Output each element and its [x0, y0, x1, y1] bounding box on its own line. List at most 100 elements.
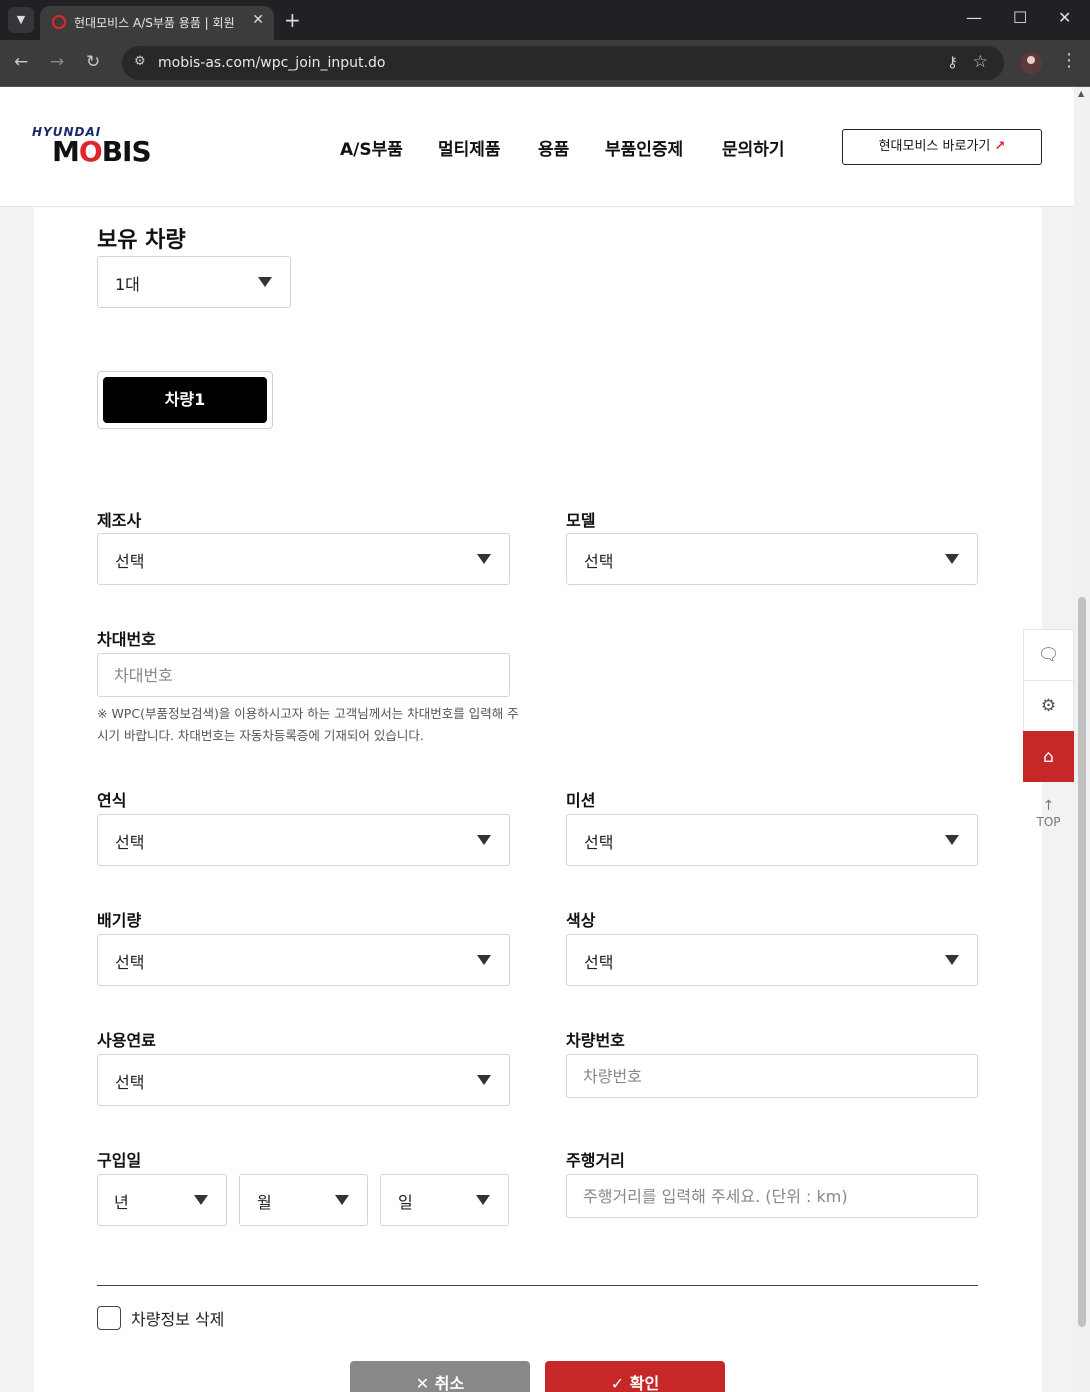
settings-gear-icon[interactable]: ⚙ — [1023, 680, 1074, 731]
manufacturer-label: 제조사 — [97, 511, 142, 530]
transmission-value: 선택 — [584, 833, 614, 852]
mobis-shortcut-button[interactable]: 현대모비스 바로가기 ↗ — [842, 129, 1042, 165]
delete-vehicle-checkbox[interactable] — [97, 1306, 121, 1330]
tab-vehicle-1[interactable]: 차량1 — [103, 377, 267, 423]
back-icon[interactable]: ← — [14, 52, 28, 72]
chevron-down-icon — [477, 955, 491, 965]
form-divider — [97, 1285, 978, 1286]
bookmark-star-icon[interactable]: ☆ — [973, 52, 988, 72]
year-label: 연식 — [97, 791, 127, 810]
chevron-down-icon — [945, 835, 959, 845]
profile-avatar-icon[interactable] — [1020, 52, 1042, 74]
purchase-year-value: 년 — [114, 1193, 129, 1212]
transmission-label: 미션 — [566, 791, 596, 810]
fuel-label: 사용연료 — [97, 1031, 156, 1050]
scroll-top-button[interactable]: ↑ TOP — [1023, 782, 1074, 830]
chevron-down-icon — [477, 1075, 491, 1085]
chevron-down-icon — [477, 554, 491, 564]
scroll-up-icon[interactable]: ▲ — [1078, 89, 1084, 98]
url-text[interactable]: mobis-as.com/wpc_join_input.do — [158, 55, 385, 71]
browser-toolbar: ← → ↻ ⚙ mobis-as.com/wpc_join_input.do ⚷… — [0, 40, 1090, 87]
site-favicon-icon — [52, 15, 66, 29]
vehicle-tabs: 차량1 — [97, 371, 273, 429]
vin-notice: ※ WPC(부품정보검색)을 이용하시고자 하는 고객님께서는 차대번호를 입력… — [97, 706, 519, 743]
nav-item-multi-products[interactable]: 멀티제품 — [438, 135, 501, 160]
color-label: 색상 — [566, 911, 596, 930]
model-label: 모델 — [566, 511, 596, 530]
year-select[interactable]: 선택 — [97, 814, 510, 866]
logo-o: O — [78, 135, 103, 168]
vehicle-count-select[interactable]: 1대 — [97, 256, 291, 308]
displacement-label: 배기량 — [97, 911, 142, 930]
new-tab-button[interactable]: + — [284, 8, 301, 32]
chevron-down-icon — [477, 835, 491, 845]
window-close-icon[interactable]: ✕ — [1058, 8, 1071, 27]
vin-label: 차대번호 — [97, 630, 156, 649]
purchase-month-value: 월 — [257, 1193, 272, 1212]
transmission-select[interactable]: 선택 — [566, 814, 978, 866]
manufacturer-select[interactable]: 선택 — [97, 533, 510, 585]
purchase-date-label: 구입일 — [97, 1151, 142, 1170]
site-header: HYUNDAI MOBIS A/S부품 멀티제품 용품 부품인증제 문의하기 현… — [0, 87, 1074, 207]
displacement-value: 선택 — [115, 953, 145, 972]
chevron-down-icon — [194, 1195, 208, 1205]
forward-icon[interactable]: → — [50, 52, 64, 72]
owned-vehicles-title: 보유 차량 — [97, 228, 186, 253]
plate-input[interactable] — [566, 1054, 978, 1098]
manufacturer-value: 선택 — [115, 552, 145, 571]
browser-tab[interactable]: 현대모비스 A/S부품 용품 | 회원 ✕ — [40, 6, 274, 40]
page-scrollbar[interactable]: ▲ — [1074, 87, 1090, 1392]
home-icon[interactable]: ⌂ — [1023, 731, 1074, 782]
chevron-down-icon — [335, 1195, 349, 1205]
quick-menu: 🗨 ⚙ ⌂ ↑ TOP — [1023, 629, 1074, 830]
shortcut-label: 현대모비스 바로가기 — [878, 139, 991, 154]
model-value: 선택 — [584, 552, 614, 571]
vin-input[interactable] — [97, 653, 510, 697]
reload-icon[interactable]: ↻ — [86, 52, 100, 72]
cancel-button[interactable]: ✕ 취소 — [350, 1361, 530, 1392]
logo-bis: BIS — [101, 135, 152, 168]
color-select[interactable]: 선택 — [566, 934, 978, 986]
browser-tab-bar: ▼ 현대모비스 A/S부품 용품 | 회원 ✕ + — ☐ ✕ — [0, 0, 1090, 40]
password-key-icon[interactable]: ⚷ — [947, 53, 958, 71]
year-value: 선택 — [115, 833, 145, 852]
purchase-day-value: 일 — [398, 1193, 413, 1212]
plate-label: 차량번호 — [566, 1031, 625, 1050]
chat-icon[interactable]: 🗨 — [1023, 629, 1074, 680]
chevron-down-icon — [476, 1195, 490, 1205]
scroll-thumb[interactable] — [1078, 597, 1086, 1327]
displacement-select[interactable]: 선택 — [97, 934, 510, 986]
logo-m: M — [52, 135, 80, 168]
logo-mobis[interactable]: MOBIS — [52, 135, 152, 168]
chevron-down-icon — [258, 277, 272, 287]
minimize-icon[interactable]: — — [966, 8, 982, 27]
delete-vehicle-label[interactable]: 차량정보 삭제 — [131, 1306, 224, 1330]
address-bar[interactable]: ⚙ mobis-as.com/wpc_join_input.do ⚷ ☆ — [122, 46, 1004, 80]
color-value: 선택 — [584, 953, 614, 972]
chevron-down-icon — [945, 554, 959, 564]
fuel-value: 선택 — [115, 1073, 145, 1092]
external-link-icon: ↗ — [994, 139, 1006, 154]
model-select[interactable]: 선택 — [566, 533, 978, 585]
tab-close-icon[interactable]: ✕ — [252, 12, 264, 28]
nav-item-accessories[interactable]: 용품 — [538, 135, 569, 160]
nav-item-parts-certification[interactable]: 부품인증제 — [605, 135, 683, 160]
confirm-button[interactable]: ✓ 확인 — [545, 1361, 725, 1392]
chevron-down-icon — [945, 955, 959, 965]
nav-item-as-parts[interactable]: A/S부품 — [340, 135, 403, 160]
purchase-day-select[interactable]: 일 — [380, 1174, 509, 1226]
vehicle-count-value: 1대 — [115, 275, 140, 294]
purchase-month-select[interactable]: 월 — [239, 1174, 368, 1226]
purchase-year-select[interactable]: 년 — [97, 1174, 227, 1226]
site-info-icon[interactable]: ⚙ — [134, 54, 146, 69]
maximize-icon[interactable]: ☐ — [1013, 8, 1027, 27]
arrow-up-icon: ↑ — [1042, 798, 1055, 814]
nav-item-inquiry[interactable]: 문의하기 — [722, 135, 785, 160]
mileage-input[interactable] — [566, 1174, 978, 1218]
tab-list-button[interactable]: ▼ — [8, 7, 34, 33]
mileage-label: 주행거리 — [566, 1151, 625, 1170]
scroll-top-label: TOP — [1036, 815, 1061, 829]
fuel-select[interactable]: 선택 — [97, 1054, 510, 1106]
tab-title: 현대모비스 A/S부품 용품 | 회원 — [74, 16, 235, 30]
browser-menu-icon[interactable]: ⋮ — [1060, 50, 1078, 71]
